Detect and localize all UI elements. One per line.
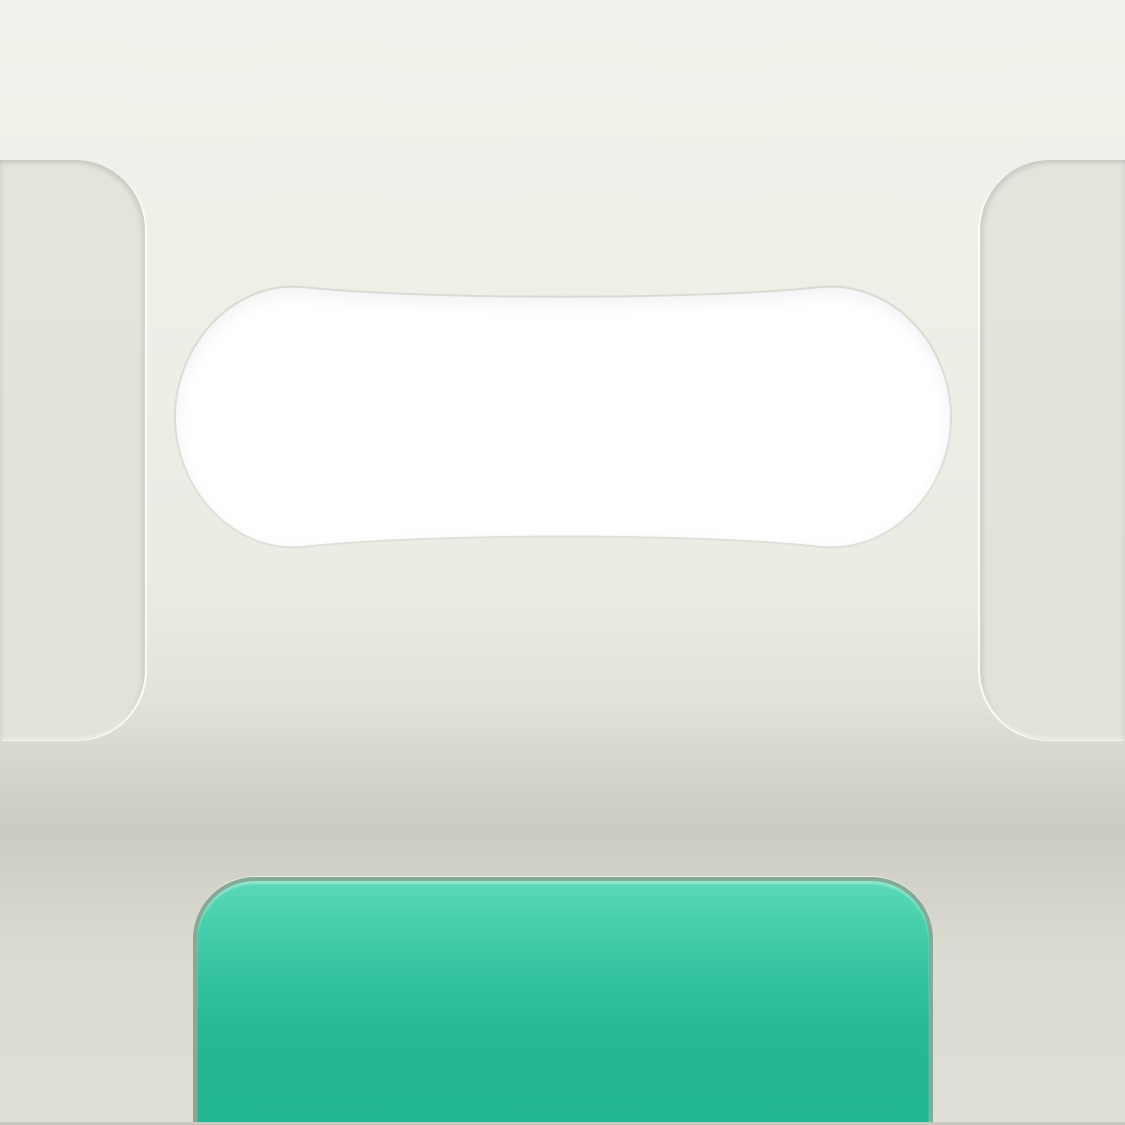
primary-action-button[interactable] — [193, 877, 933, 1125]
display-readout — [173, 285, 953, 550]
left-side-panel — [0, 160, 145, 740]
right-side-panel — [980, 160, 1125, 740]
display-well — [173, 285, 953, 550]
